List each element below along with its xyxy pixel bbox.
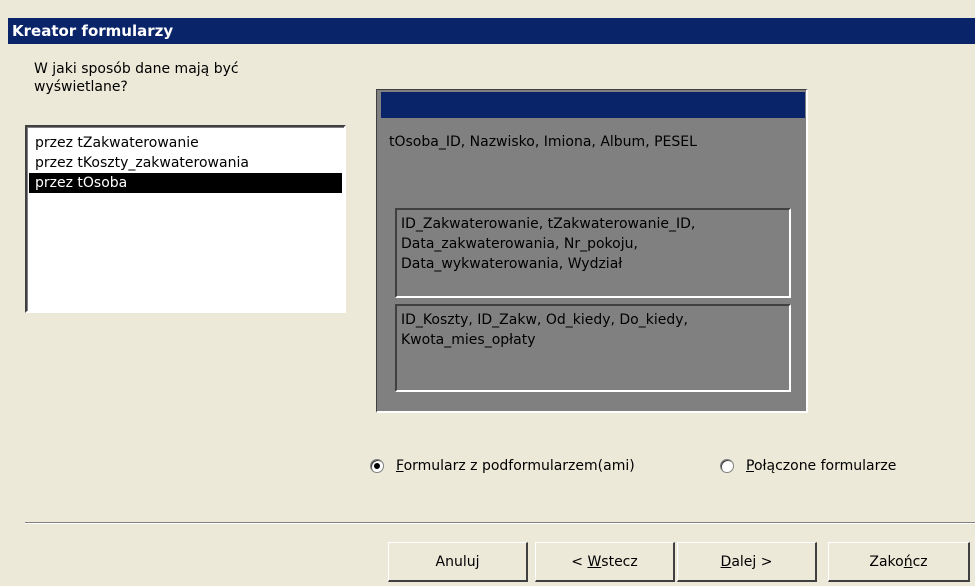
- finish-button[interactable]: Zakończ: [828, 542, 970, 582]
- preview-title-bar: [381, 92, 805, 118]
- prompt-text: W jaki sposób dane mają być wyświetlane?: [34, 61, 239, 95]
- separator: [25, 522, 975, 524]
- option-linked[interactable]: Połączone formularze: [720, 458, 896, 474]
- option-subform-label: Formularz z podformularzem(ami): [396, 458, 635, 474]
- option-subform[interactable]: Formularz z podformularzem(ami): [370, 458, 635, 474]
- main-form-fields: tOsoba_ID, Nazwisko, Imiona, Album, PESE…: [389, 134, 697, 150]
- option-linked-label: Połączone formularze: [746, 458, 897, 474]
- list-item-tosoba[interactable]: przez tOsoba: [29, 173, 342, 193]
- next-button[interactable]: Dalej >: [677, 542, 817, 582]
- back-button[interactable]: < Wstecz: [535, 542, 675, 582]
- list-item-tzakwaterowanie[interactable]: przez tZakwaterowanie: [29, 133, 342, 153]
- subform-1-fields: ID_Zakwaterowanie, tZakwaterowanie_ID, D…: [395, 208, 791, 298]
- radio-linked[interactable]: [720, 459, 734, 473]
- view-by-listbox[interactable]: przez tZakwaterowanie przez tKoszty_zakw…: [25, 125, 346, 313]
- form-preview: tOsoba_ID, Nazwisko, Imiona, Album, PESE…: [376, 89, 808, 413]
- list-item-tkoszty-zakwaterowania[interactable]: przez tKoszty_zakwaterowania: [29, 153, 342, 173]
- window-title: Kreator formularzy: [8, 18, 975, 44]
- radio-subform[interactable]: [370, 459, 384, 473]
- subform-2-fields: ID_Koszty, ID_Zakw, Od_kiedy, Do_kiedy, …: [395, 304, 791, 392]
- cancel-button[interactable]: Anuluj: [388, 542, 528, 582]
